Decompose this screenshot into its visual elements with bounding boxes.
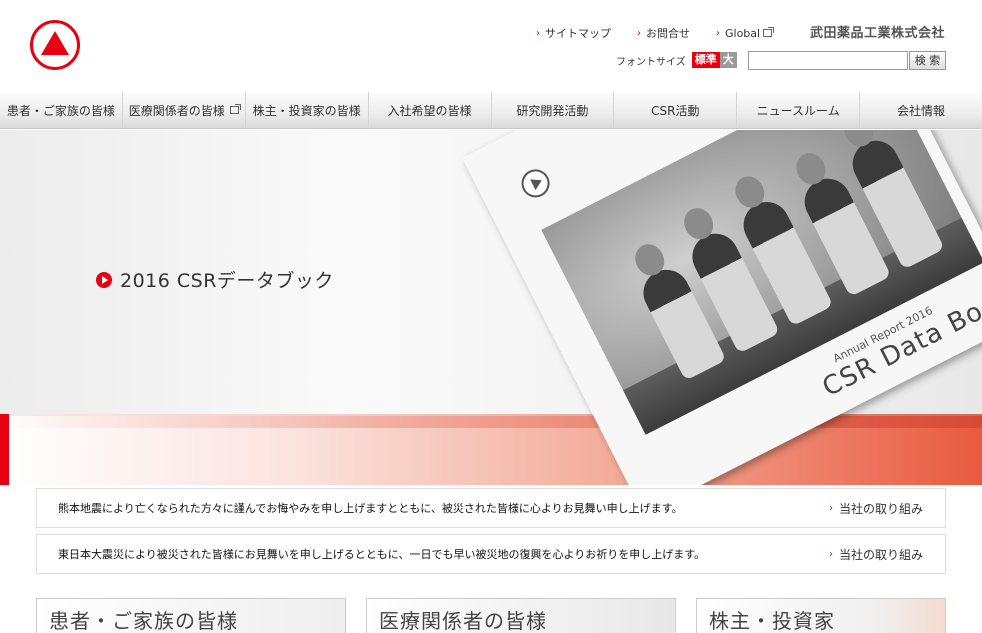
contact-link[interactable]: › お問合せ <box>637 25 690 41</box>
contact-link-label: お問合せ <box>646 27 690 40</box>
nav-item-research[interactable]: 研究開発活動 <box>492 92 615 128</box>
font-size-large-button[interactable]: 大 <box>719 52 737 68</box>
header: › サイトマップ › お問合せ › Global 武田薬品工業株式会社 フォント… <box>0 0 982 92</box>
children-photo <box>541 130 982 435</box>
notice-kumamoto: 熊本地震により亡くなられた方々に謹んでお悔やみを申し上げますとともに、被災された… <box>36 488 946 528</box>
nav-item-label: 会社情報 <box>897 103 946 118</box>
nav-item-csr[interactable]: CSR活動 <box>614 92 738 128</box>
nav-item-label: 株主・投資家の皆様 <box>252 103 361 118</box>
global-link[interactable]: › Global <box>716 25 775 41</box>
nav-item-label: 入社希望の皆様 <box>387 103 472 118</box>
notice-text: 東日本大震災により被災された皆様にお見舞いを申し上げるとともに、一日でも早い被災… <box>58 548 706 561</box>
global-link-label: Global <box>725 26 761 40</box>
search-input[interactable] <box>748 51 908 70</box>
nav-item-patients[interactable]: 患者・ご家族の皆様 <box>0 92 123 128</box>
hero-title: 2016 CSRデータブック <box>120 270 334 292</box>
card-healthcare-professionals[interactable]: 医療関係者の皆様 <box>366 598 676 633</box>
nav-item-label: 患者・ご家族の皆様 <box>6 103 115 118</box>
card-title: 株主・投資家 <box>709 609 835 633</box>
sitemap-link-label: サイトマップ <box>545 27 611 40</box>
takeda-logo-icon[interactable] <box>30 20 80 70</box>
utility-links: › サイトマップ › お問合せ › Global <box>536 25 798 41</box>
font-size-control: フォントサイズ 標準 大 <box>616 52 737 68</box>
nav-item-careers[interactable]: 入社希望の皆様 <box>369 92 492 128</box>
notice-link-label: 当社の取り組み <box>838 501 923 516</box>
nav-item-newsroom[interactable]: ニュースルーム <box>737 92 861 128</box>
card-title: 患者・ご家族の皆様 <box>49 609 238 633</box>
nav-item-label: 医療関係者の皆様 <box>128 103 225 118</box>
nav-item-label: 研究開発活動 <box>516 103 589 118</box>
notice-tohoku: 東日本大震災により被災された皆様にお見舞いを申し上げるとともに、一日でも早い被災… <box>36 534 946 574</box>
chevron-right-icon: › <box>637 27 641 39</box>
hero-accent-bar <box>0 414 9 485</box>
external-window-icon <box>763 27 775 37</box>
book-logo-icon <box>516 164 555 203</box>
notice-link-label: 当社の取り組み <box>838 547 923 562</box>
hero-banner[interactable]: 2016 CSRデータブック Annual Report 2016 CSR Da… <box>0 130 982 485</box>
notice-link[interactable]: › 当社の取り組み <box>829 546 923 563</box>
nav-item-company[interactable]: 会社情報 <box>860 92 982 128</box>
notice-link[interactable]: › 当社の取り組み <box>829 500 923 517</box>
notice-text: 熊本地震により亡くなられた方々に謹んでお悔やみを申し上げますとともに、被災された… <box>58 502 683 515</box>
card-patients[interactable]: 患者・ご家族の皆様 <box>36 598 346 633</box>
company-name: 武田薬品工業株式会社 <box>810 26 946 41</box>
font-size-label: フォントサイズ <box>616 56 686 68</box>
search-button[interactable]: 検 索 <box>909 51 946 70</box>
hero-title-link[interactable]: 2016 CSRデータブック <box>96 266 334 293</box>
nav-item-healthcare-professionals[interactable]: 医療関係者の皆様 <box>123 92 246 128</box>
external-window-icon <box>229 104 241 114</box>
nav-item-investors[interactable]: 株主・投資家の皆様 <box>246 92 369 128</box>
nav-item-label: CSR活動 <box>651 103 700 118</box>
nav-item-label: ニュースルーム <box>756 103 840 118</box>
chevron-right-icon: › <box>828 548 833 560</box>
sitemap-link[interactable]: › サイトマップ <box>536 25 611 41</box>
chevron-right-icon: › <box>828 502 833 514</box>
card-investors[interactable]: 株主・投資家 <box>696 598 946 633</box>
chevron-right-icon: › <box>716 27 720 39</box>
global-nav: 患者・ご家族の皆様 医療関係者の皆様 株主・投資家の皆様 入社希望の皆様 研究開… <box>0 92 982 129</box>
play-arrow-icon <box>96 271 112 288</box>
chevron-right-icon: › <box>536 27 540 39</box>
font-size-standard-button[interactable]: 標準 <box>691 52 720 68</box>
card-title: 医療関係者の皆様 <box>379 609 547 633</box>
